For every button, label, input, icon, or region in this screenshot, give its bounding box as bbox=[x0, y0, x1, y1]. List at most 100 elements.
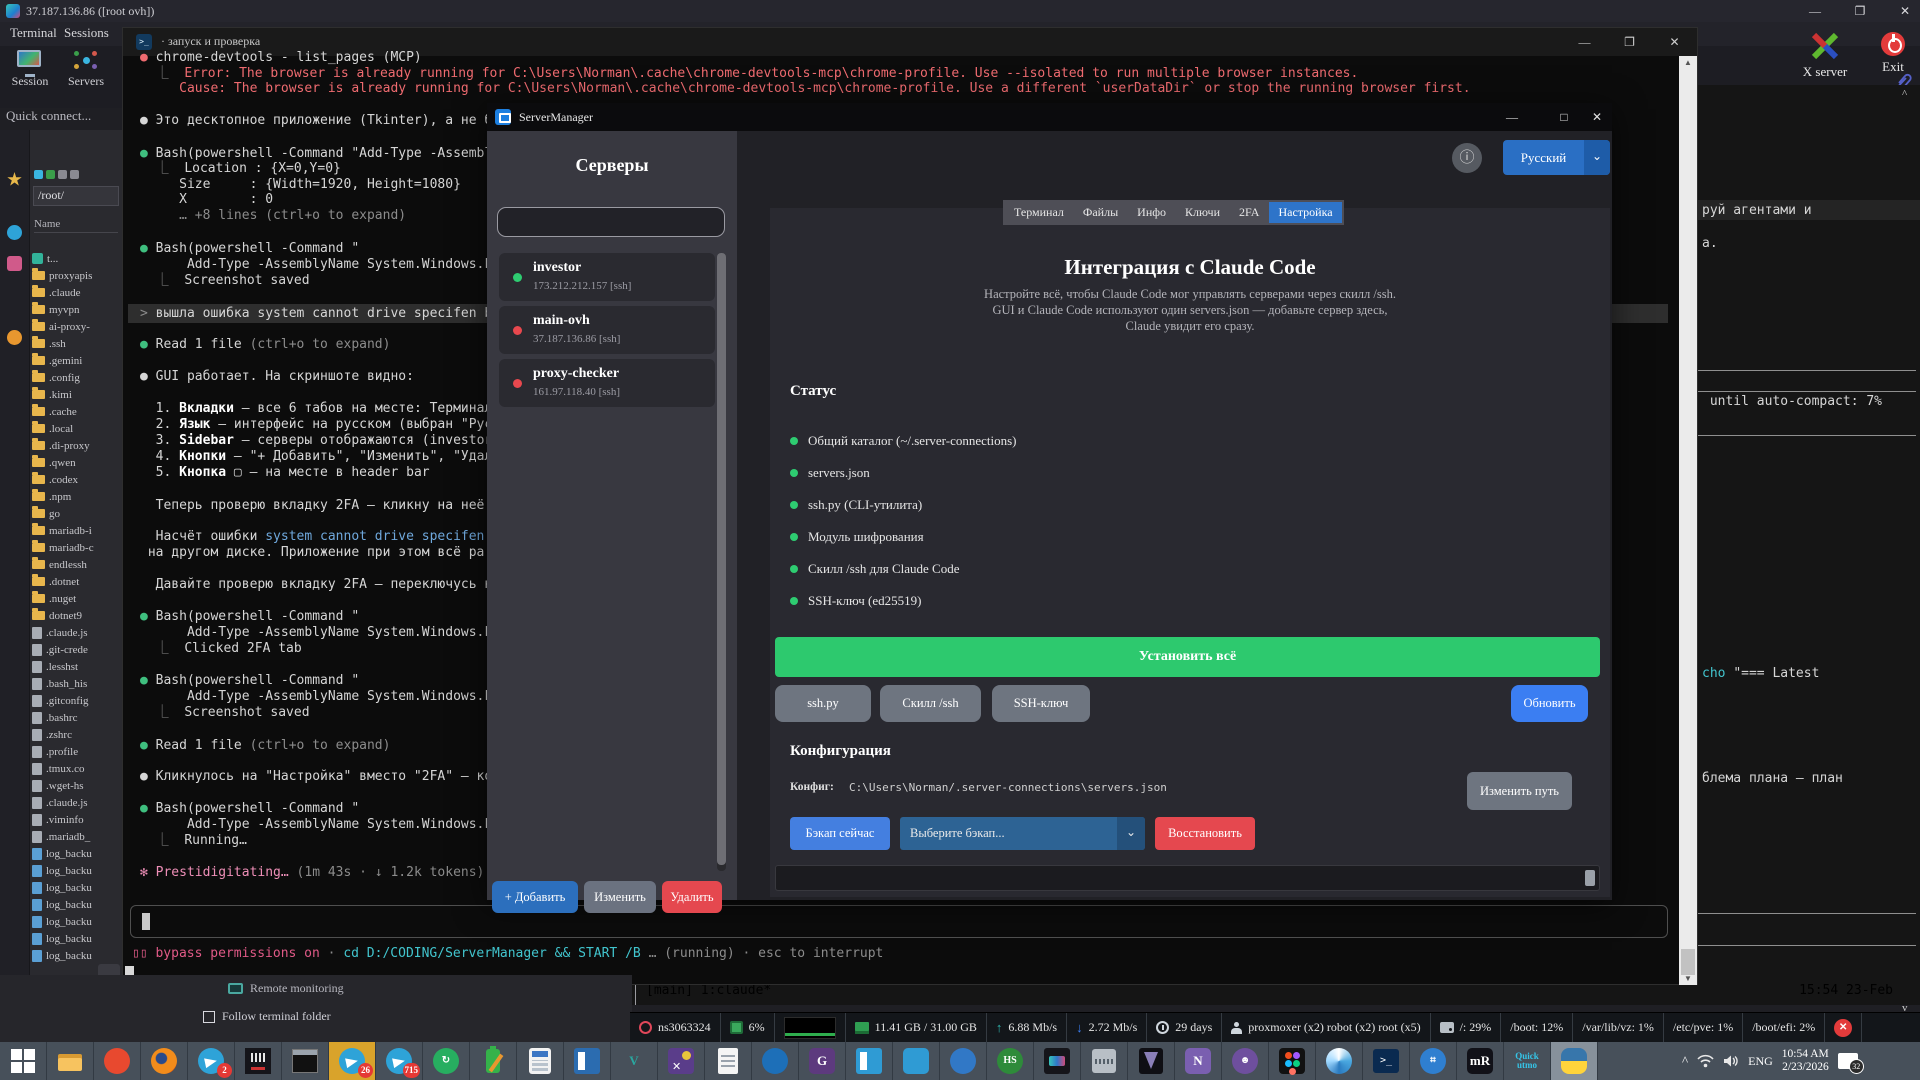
notification-center-icon[interactable]: 32 bbox=[1837, 1053, 1864, 1074]
install-all-button[interactable]: Установить всё bbox=[775, 637, 1600, 677]
minimize-icon[interactable]: — bbox=[1798, 0, 1832, 22]
scrollbar-thumb[interactable] bbox=[1585, 870, 1595, 886]
taskbar-item-telegram[interactable]: 2 bbox=[188, 1042, 235, 1080]
taskbar-item-mr-app[interactable]: mR bbox=[1457, 1042, 1504, 1080]
tree-item[interactable]: .bashrc bbox=[32, 709, 122, 726]
taskbar-item-hs-app[interactable]: HS bbox=[987, 1042, 1034, 1080]
telegram-panel-icon[interactable] bbox=[7, 225, 22, 240]
tree-item[interactable]: .cache bbox=[32, 403, 122, 420]
tree-item[interactable]: mariadb-i bbox=[32, 522, 122, 539]
tab-инфо[interactable]: Инфо bbox=[1128, 202, 1175, 223]
taskbar-item-bird-app[interactable] bbox=[752, 1042, 799, 1080]
tree-item[interactable]: .zshrc bbox=[32, 726, 122, 743]
close-icon[interactable]: ✕ bbox=[1582, 103, 1612, 131]
follow-terminal-folder-checkbox[interactable]: Follow terminal folder bbox=[203, 1009, 331, 1024]
remote-monitoring-toggle[interactable]: Remote monitoring bbox=[228, 981, 344, 996]
server-card[interactable]: main-ovh 37.187.136.86 [ssh] bbox=[499, 306, 715, 354]
tree-item[interactable]: .qwen bbox=[32, 454, 122, 471]
taskbar-item-blue-doc[interactable] bbox=[564, 1042, 611, 1080]
tree-item[interactable]: .nuget bbox=[32, 590, 122, 607]
tree-item[interactable]: .claude.js bbox=[32, 794, 122, 811]
tree-item[interactable]: .config bbox=[32, 369, 122, 386]
terminal-tab-title[interactable]: · запуск и проверка bbox=[161, 34, 260, 49]
tab-файлы[interactable]: Файлы bbox=[1074, 202, 1127, 223]
taskbar-item-start[interactable] bbox=[0, 1042, 47, 1080]
tree-item[interactable]: .kimi bbox=[32, 386, 122, 403]
wifi-icon[interactable] bbox=[1697, 1054, 1714, 1068]
taskbar-item-photos[interactable] bbox=[846, 1042, 893, 1080]
taskbar-item-mobaxterm[interactable] bbox=[1034, 1042, 1081, 1080]
tab-ключи[interactable]: Ключи bbox=[1176, 202, 1229, 223]
taskbar-item-notion[interactable]: N bbox=[1175, 1042, 1222, 1080]
orange-tool-icon[interactable] bbox=[7, 330, 22, 345]
component-button[interactable]: ssh.py bbox=[775, 685, 871, 722]
taskbar-item-github[interactable]: ☻ bbox=[1222, 1042, 1269, 1080]
tree-item[interactable]: .git-crede bbox=[32, 641, 122, 658]
tree-item[interactable]: .mariadb_ bbox=[32, 828, 122, 845]
taskbar-item-monitor-app[interactable] bbox=[1081, 1042, 1128, 1080]
sidebar-scrollbar[interactable] bbox=[717, 253, 726, 871]
tree-item[interactable]: log_backu bbox=[32, 862, 122, 879]
close-icon[interactable]: ✕ bbox=[1888, 0, 1920, 22]
tree-item[interactable]: .tmux.co bbox=[32, 760, 122, 777]
claude-input-box[interactable] bbox=[130, 905, 1668, 938]
taskbar-item-obsidian[interactable] bbox=[1128, 1042, 1175, 1080]
tree-item[interactable]: ai-proxy- bbox=[32, 318, 122, 335]
taskbar-item-remote-desktop[interactable]: ⌗ bbox=[1410, 1042, 1457, 1080]
exit-button[interactable]: Exit bbox=[1868, 32, 1918, 75]
add-server-button[interactable]: + Добавить bbox=[492, 881, 578, 913]
taskbar-item-cutter[interactable] bbox=[658, 1042, 705, 1080]
tree-item[interactable]: .di-proxy bbox=[32, 437, 122, 454]
tree-item[interactable]: .claude bbox=[32, 284, 122, 301]
server-search-input[interactable] bbox=[497, 207, 725, 237]
taskbar-item-cmd[interactable] bbox=[282, 1042, 329, 1080]
tree-item[interactable]: .viminfo bbox=[32, 811, 122, 828]
toolbar-session-button[interactable]: Session bbox=[2, 50, 58, 89]
tree-item[interactable]: endlessh bbox=[32, 556, 122, 573]
taskbar-item-browser-swirl[interactable] bbox=[1316, 1042, 1363, 1080]
tree-item[interactable]: .bash_his bbox=[32, 675, 122, 692]
taskbar-item-v-tool[interactable]: V bbox=[611, 1042, 658, 1080]
component-button[interactable]: SSH-ключ bbox=[992, 685, 1090, 722]
tree-item[interactable]: log_backu bbox=[32, 930, 122, 947]
path-input[interactable]: /root/ bbox=[33, 186, 119, 206]
backup-select-dropdown[interactable]: Выберите бэкап... ⌄ bbox=[900, 817, 1145, 850]
tree-item[interactable]: log_backu bbox=[32, 845, 122, 862]
taskbar-item-brave[interactable] bbox=[94, 1042, 141, 1080]
tree-item[interactable]: mariadb-c bbox=[32, 539, 122, 556]
backup-now-button[interactable]: Бэкап сейчас bbox=[790, 817, 890, 850]
tree-item[interactable]: myvpn bbox=[32, 301, 122, 318]
favorites-star-icon[interactable] bbox=[7, 172, 22, 186]
tree-item[interactable]: log_backu bbox=[32, 896, 122, 913]
tree-column-header[interactable]: Name bbox=[34, 218, 118, 233]
taskbar-item-quickutmo[interactable]: Quick utmo bbox=[1504, 1042, 1551, 1080]
minimize-icon[interactable]: — bbox=[1497, 103, 1527, 131]
taskbar-item-telegram-active[interactable]: 26 bbox=[329, 1042, 376, 1080]
delete-server-button[interactable]: Удалить bbox=[662, 881, 722, 913]
taskbar-item-figma[interactable] bbox=[1269, 1042, 1316, 1080]
server-card[interactable]: investor 173.212.212.157 [ssh] bbox=[499, 253, 715, 301]
tree-item[interactable]: .codex bbox=[32, 471, 122, 488]
tree-item[interactable]: .profile bbox=[32, 743, 122, 760]
tree-item[interactable]: .gemini bbox=[32, 352, 122, 369]
tree-item[interactable]: log_backu bbox=[32, 879, 122, 896]
tree-item[interactable]: .gitconfig bbox=[32, 692, 122, 709]
download-arrow-icon[interactable] bbox=[7, 256, 22, 271]
tree-item[interactable]: .lesshst bbox=[32, 658, 122, 675]
tree-item[interactable]: .npm bbox=[32, 488, 122, 505]
taskbar-item-calculator[interactable] bbox=[517, 1042, 564, 1080]
info-button[interactable]: ⓘ bbox=[1452, 143, 1482, 173]
tab-терминал[interactable]: Терминал bbox=[1005, 202, 1073, 223]
tree-item[interactable]: .claude.js bbox=[32, 624, 122, 641]
close-icon[interactable]: ✕ bbox=[1652, 28, 1697, 56]
tree-item[interactable]: proxyapis bbox=[32, 267, 122, 284]
language-indicator[interactable]: ENG bbox=[1748, 1054, 1773, 1069]
file-browser-toolbar[interactable] bbox=[34, 166, 82, 179]
taskbar-item-file-explorer[interactable] bbox=[47, 1042, 94, 1080]
taskbar-item-frkt-app[interactable] bbox=[235, 1042, 282, 1080]
menu-sessions[interactable]: Sessions bbox=[64, 25, 109, 41]
tab-2fa[interactable]: 2FA bbox=[1230, 202, 1268, 223]
tree-item[interactable]: .ssh bbox=[32, 335, 122, 352]
scrollbar-down-icon[interactable]: ▼ bbox=[1679, 974, 1697, 983]
horizontal-scrollbar[interactable] bbox=[775, 865, 1600, 891]
